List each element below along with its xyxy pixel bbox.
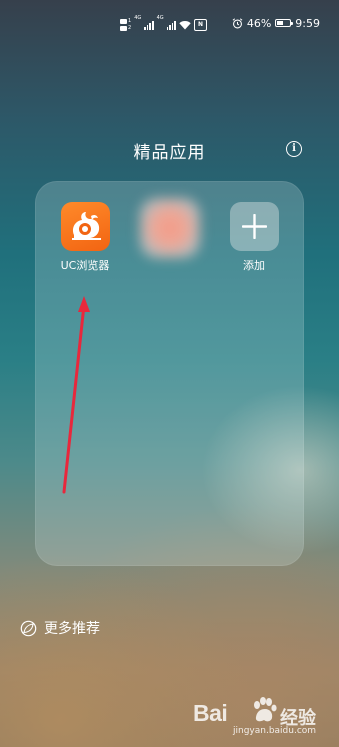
app-label: 添加 <box>243 259 265 272</box>
baidu-jingyan-watermark: Bai 经验 jingyan.baidu.com <box>193 690 333 742</box>
uc-browser-icon[interactable] <box>60 202 110 251</box>
sim2-number: 2 <box>128 25 132 31</box>
alarm-icon <box>232 17 243 28</box>
sim1-number: 1 <box>128 18 132 24</box>
app-uc-browser[interactable]: UC浏览器 <box>49 202 121 273</box>
add-app-button[interactable]: 添加 <box>218 202 290 273</box>
more-recommendations-label: 更多推荐 <box>44 621 100 637</box>
nfc-icon: N <box>194 19 208 31</box>
info-icon[interactable]: i <box>286 141 302 157</box>
battery-icon <box>275 19 294 27</box>
app-blurred[interactable] <box>134 198 206 258</box>
sim-indicators: 1 2 <box>120 19 131 31</box>
clock: 9:59 <box>295 16 320 30</box>
sim-card-icon <box>120 26 127 31</box>
signal-bars-icon <box>144 20 154 30</box>
sim-card-icon <box>120 19 127 24</box>
app-label: UC浏览器 <box>60 259 110 272</box>
status-left: 1 2 4G 4G N <box>120 14 208 36</box>
status-bar: 1 2 4G 4G N 46% 9:59 <box>0 0 339 50</box>
paw-logo-icon <box>254 697 277 722</box>
add-tile[interactable] <box>229 202 279 251</box>
more-recommendations[interactable]: 更多推荐 <box>20 618 100 638</box>
status-right: 46% 9:59 <box>232 16 320 30</box>
signal-bars-icon <box>166 20 177 30</box>
watermark-url: jingyan.baidu.com <box>233 726 317 736</box>
leaf-icon <box>20 620 37 636</box>
blurred-app-icon[interactable] <box>140 198 200 258</box>
battery-percent: 46% <box>246 16 272 30</box>
watermark-brand-bai: Bai <box>193 700 228 726</box>
plus-icon <box>241 214 267 239</box>
wifi-icon <box>179 21 191 30</box>
network-type-2: 4G <box>156 15 164 21</box>
network-type-1: 4G <box>134 15 142 21</box>
battery-level-fill <box>277 21 283 25</box>
